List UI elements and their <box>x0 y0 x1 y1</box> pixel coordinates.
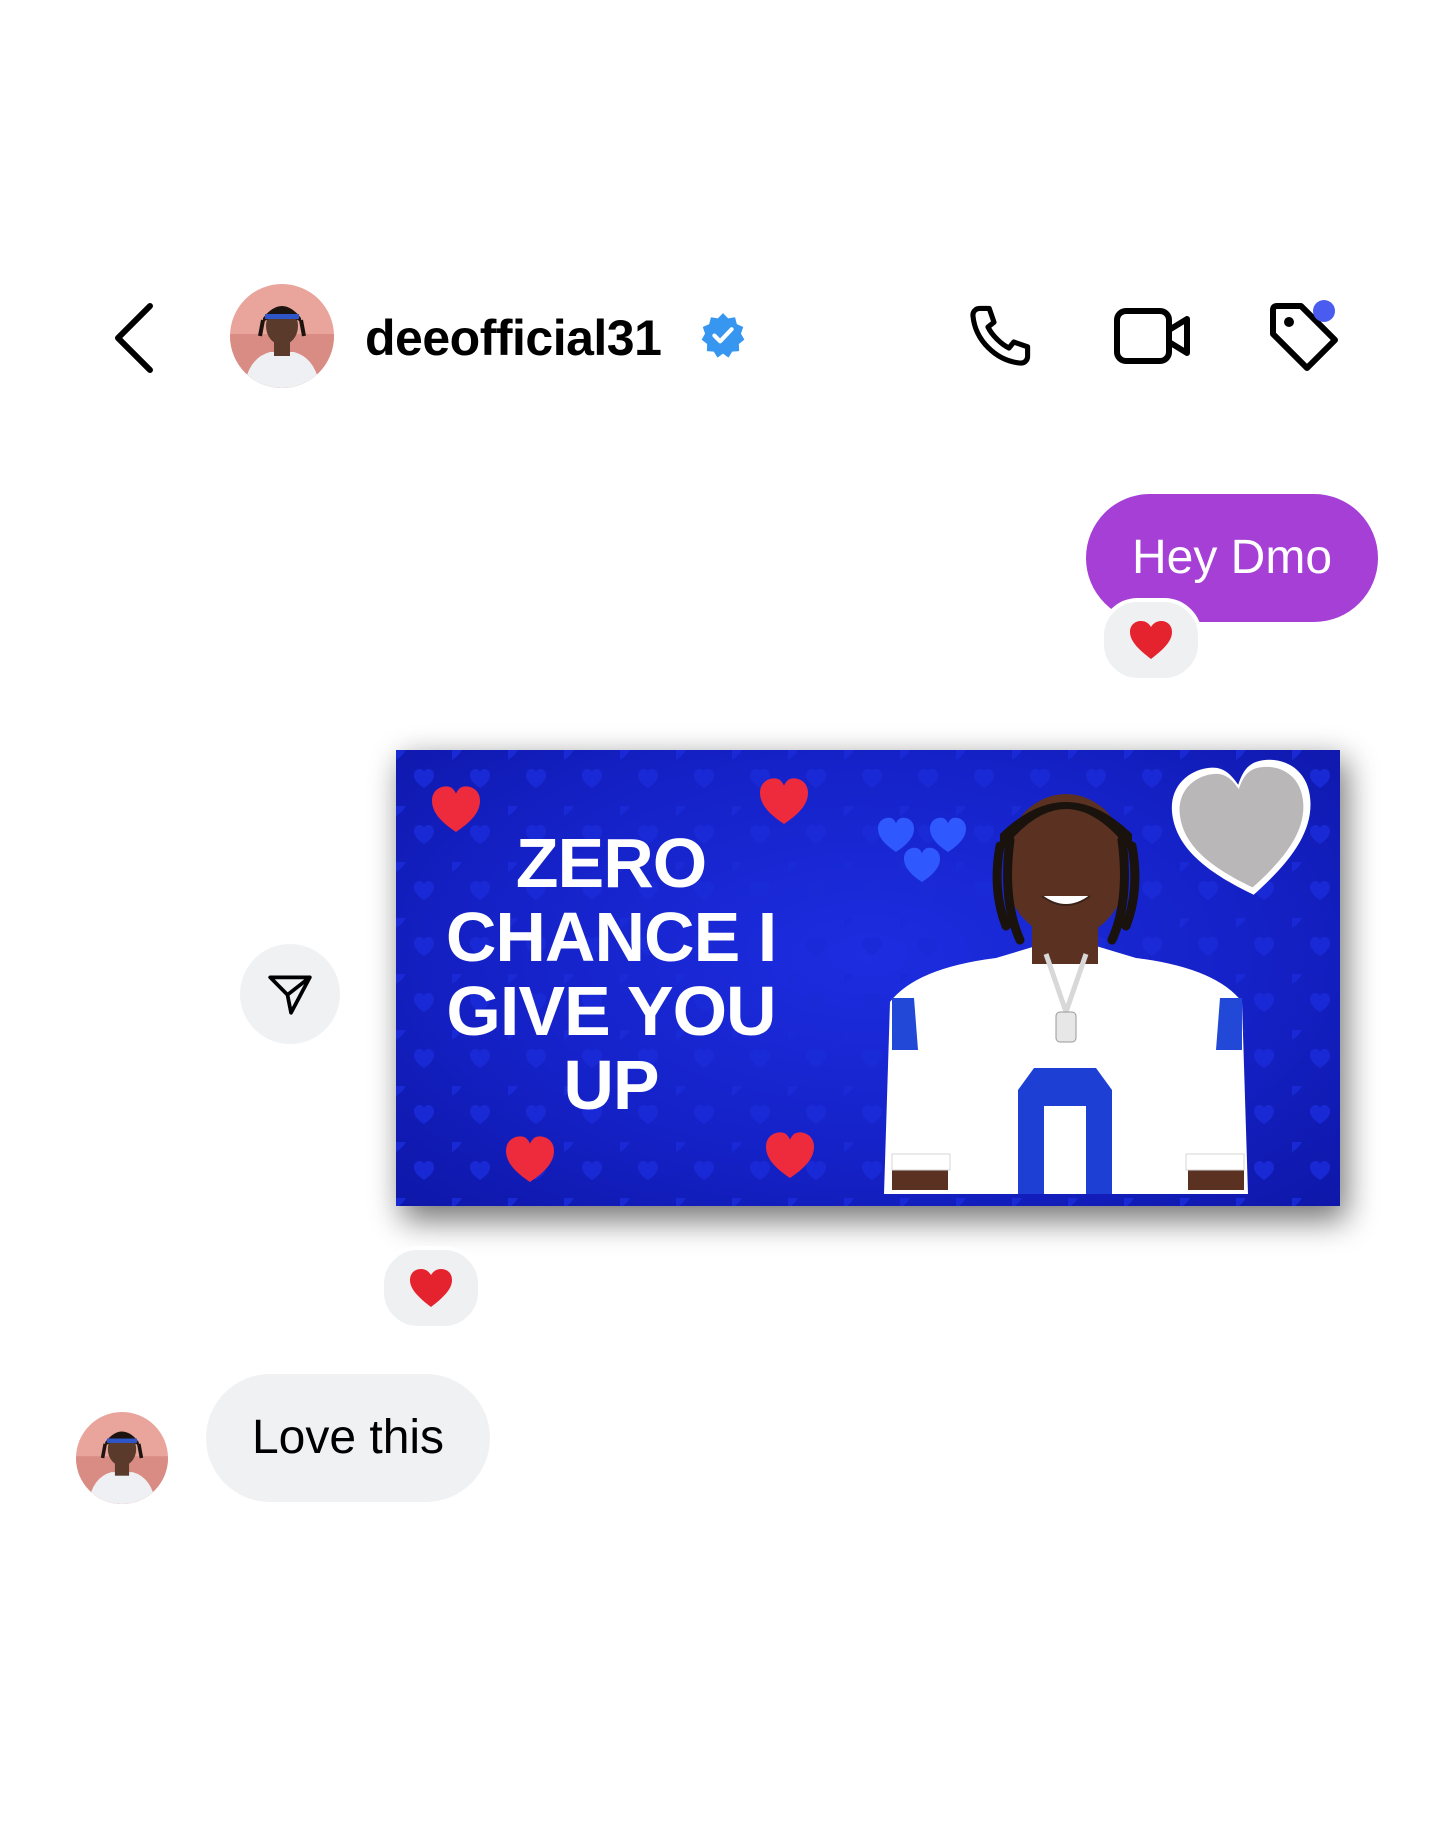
heart-reaction[interactable] <box>1100 598 1202 682</box>
username[interactable]: deeofficial31 <box>365 310 662 366</box>
back-chevron-icon <box>115 303 153 373</box>
image-message[interactable]: ZERO CHANCE I GIVE YOU UP <box>396 750 1346 1220</box>
image-headline: ZERO CHANCE I GIVE YOU UP <box>445 824 777 1124</box>
verified-badge-icon <box>701 313 745 358</box>
video-camera-icon <box>1114 308 1190 364</box>
notification-dot <box>1313 300 1335 322</box>
tag-button[interactable] <box>1263 296 1343 376</box>
audio-call-button[interactable] <box>960 296 1040 376</box>
incoming-message-bubble[interactable]: Love this <box>206 1374 490 1502</box>
share-send-icon <box>268 975 312 1015</box>
avatar-photo <box>230 284 334 388</box>
share-button[interactable] <box>240 944 340 1044</box>
profile-avatar[interactable] <box>230 284 334 388</box>
heart-icon <box>410 1269 452 1307</box>
heart-icon <box>1130 621 1172 659</box>
heart-reaction[interactable] <box>380 1246 482 1330</box>
video-call-button[interactable] <box>1113 296 1193 376</box>
phone-icon <box>970 305 1031 366</box>
sender-avatar[interactable] <box>76 1412 168 1504</box>
avatar-photo <box>76 1412 168 1504</box>
valentine-card-image: ZERO CHANCE I GIVE YOU UP <box>396 750 1340 1206</box>
back-button[interactable] <box>104 300 164 376</box>
